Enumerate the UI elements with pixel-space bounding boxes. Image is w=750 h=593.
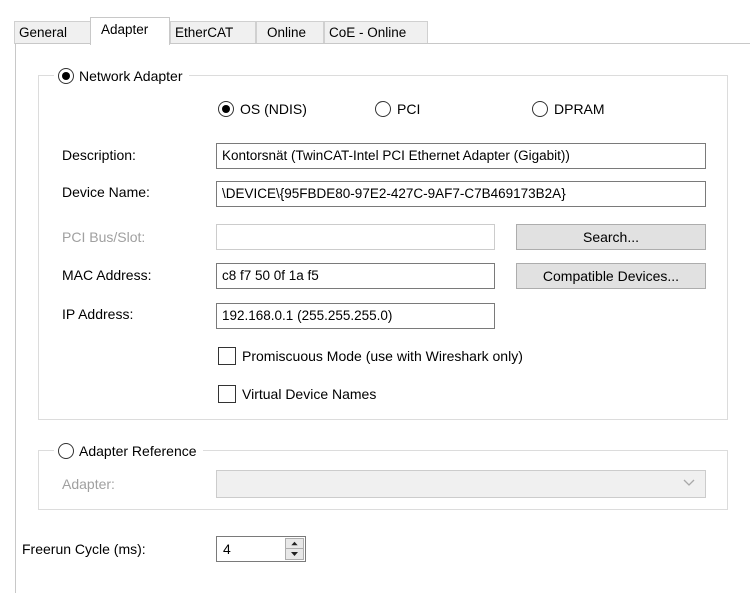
description-label: Description: (62, 147, 136, 163)
chevron-down-icon (683, 479, 695, 486)
tab-label: CoE - Online (329, 25, 407, 40)
description-field[interactable]: Kontorsnät (TwinCAT-Intel PCI Ethernet A… (216, 143, 706, 169)
pci-radio[interactable] (375, 101, 391, 117)
spin-up-icon[interactable] (286, 539, 303, 549)
tab-online[interactable]: Online (256, 21, 324, 44)
ip-address-label: IP Address: (62, 306, 134, 322)
adapter-label: Adapter: (62, 476, 115, 492)
os-ndis-radio[interactable] (218, 101, 234, 117)
tab-adapter[interactable]: Adapter (90, 17, 170, 45)
freerun-cycle-value[interactable]: 4 (223, 537, 231, 561)
virtual-device-names-label: Virtual Device Names (242, 386, 377, 402)
tab-label: EtherCAT (175, 25, 234, 40)
freerun-cycle-stepper[interactable]: 4 (216, 536, 306, 562)
pci-bus-slot-field (216, 224, 495, 250)
search-button[interactable]: Search... (516, 224, 706, 250)
adapter-reference-radio[interactable] (58, 443, 74, 459)
ip-address-field[interactable]: 192.168.0.1 (255.255.255.0) (216, 303, 495, 329)
mode-os-ndis[interactable]: OS (NDIS) (218, 101, 307, 117)
device-name-field[interactable]: \DEVICE\{95FBDE80-97E2-427C-9AF7-C7B4691… (216, 181, 706, 207)
adapter-reference-legend[interactable]: Adapter Reference (54, 440, 203, 462)
compatible-devices-button[interactable]: Compatible Devices... (516, 263, 706, 289)
network-adapter-legend[interactable]: Network Adapter (54, 65, 189, 87)
tab-label: Online (267, 25, 307, 40)
mode-dpram[interactable]: DPRAM (532, 101, 605, 117)
dpram-label: DPRAM (554, 101, 605, 117)
mac-address-field[interactable]: c8 f7 50 0f 1a f5 (216, 263, 495, 289)
mode-pci[interactable]: PCI (375, 101, 420, 117)
pci-bus-slot-label: PCI Bus/Slot: (62, 229, 146, 245)
spin-down-icon[interactable] (286, 549, 303, 559)
adapter-select (216, 470, 706, 498)
tab-label: Adapter (101, 22, 149, 37)
virtual-device-names-option[interactable]: Virtual Device Names (218, 385, 376, 403)
os-ndis-label: OS (NDIS) (240, 101, 307, 117)
tab-label: General (19, 25, 68, 40)
freerun-cycle-label: Freerun Cycle (ms): (22, 541, 146, 557)
promiscuous-mode-label: Promiscuous Mode (use with Wireshark onl… (242, 348, 523, 364)
mac-address-label: MAC Address: (62, 267, 152, 283)
virtual-device-names-checkbox[interactable] (218, 385, 236, 403)
promiscuous-mode-option[interactable]: Promiscuous Mode (use with Wireshark onl… (218, 347, 523, 365)
tab-ethercat[interactable]: EtherCAT (170, 21, 256, 44)
promiscuous-mode-checkbox[interactable] (218, 347, 236, 365)
dpram-radio[interactable] (532, 101, 548, 117)
tab-strip: General Adapter EtherCAT Online CoE - On… (0, 0, 750, 45)
network-adapter-radio[interactable] (58, 68, 74, 84)
tab-general[interactable]: General (14, 21, 92, 44)
device-name-label: Device Name: (62, 184, 150, 200)
adapter-reference-label: Adapter Reference (79, 443, 197, 459)
spin-buttons[interactable] (285, 538, 304, 560)
pci-label: PCI (397, 101, 421, 117)
network-adapter-label: Network Adapter (79, 68, 183, 84)
tab-coe-online[interactable]: CoE - Online (324, 21, 428, 44)
